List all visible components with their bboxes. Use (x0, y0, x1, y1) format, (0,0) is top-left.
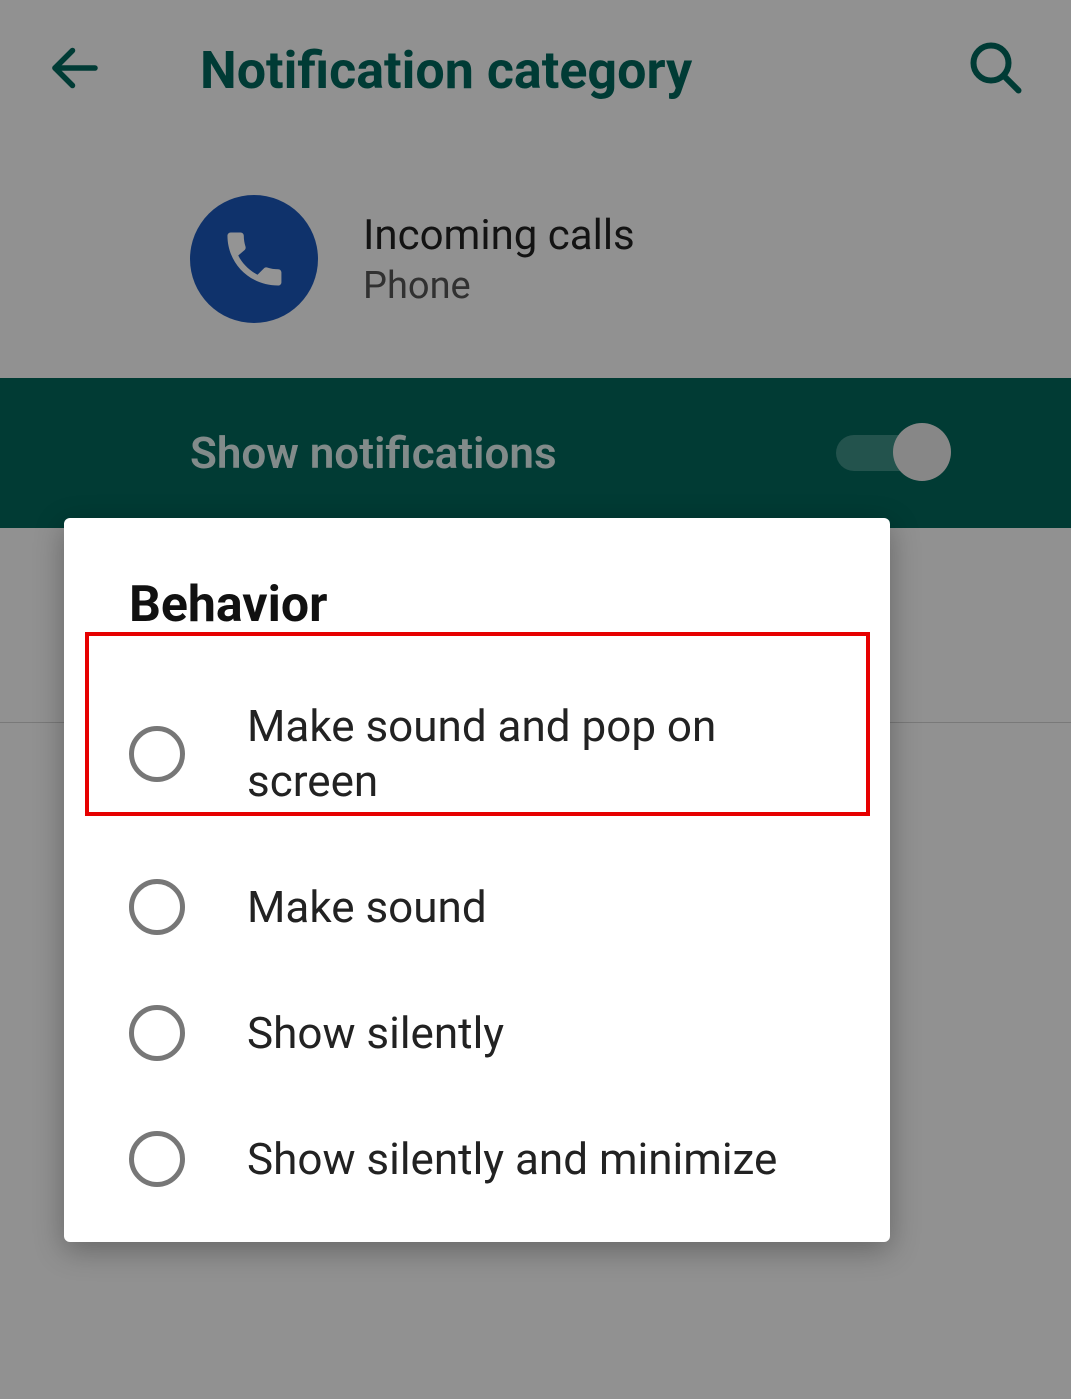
behavior-option-silent-minimize[interactable]: Show silently and minimize (64, 1096, 890, 1222)
radio-icon (129, 1131, 185, 1187)
radio-label: Show silently and minimize (247, 1132, 777, 1187)
annotation-highlight (85, 632, 870, 816)
radio-label: Make sound (247, 880, 487, 935)
radio-icon (129, 1005, 185, 1061)
radio-icon (129, 879, 185, 935)
behavior-option-silent[interactable]: Show silently (64, 970, 890, 1096)
radio-label: Show silently (247, 1006, 504, 1061)
behavior-dialog: Behavior Make sound and pop on screen Ma… (64, 518, 890, 1242)
behavior-option-sound[interactable]: Make sound (64, 844, 890, 970)
